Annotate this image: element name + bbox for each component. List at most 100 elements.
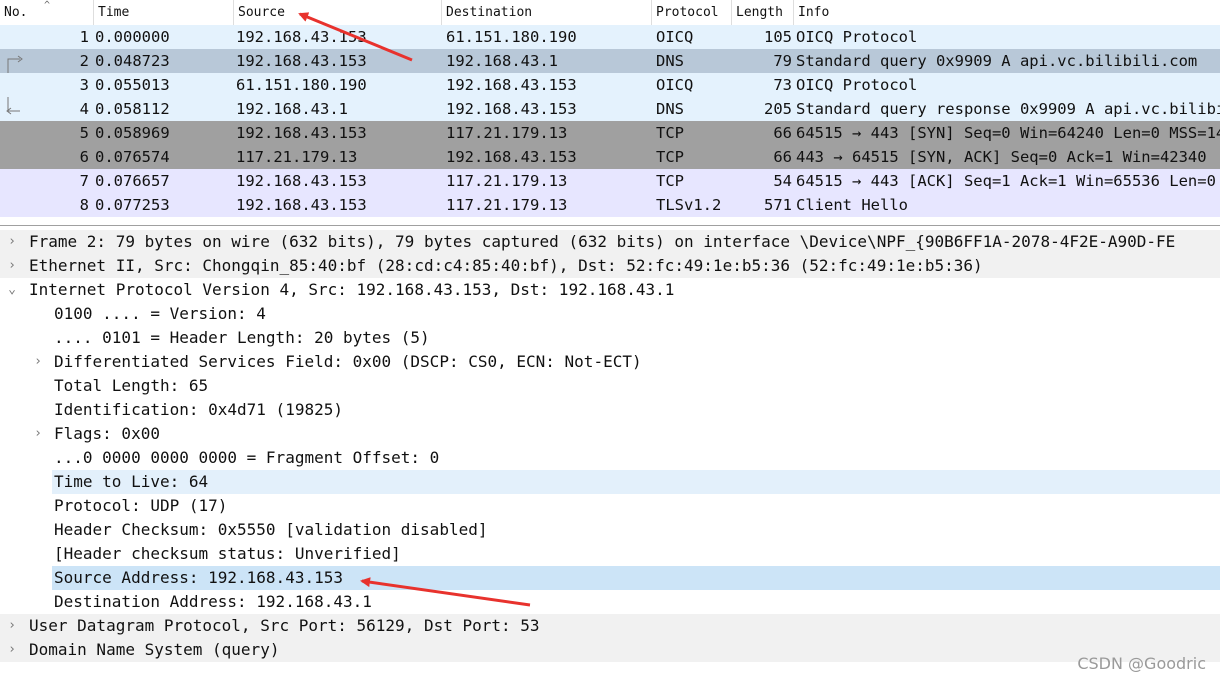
packet-row[interactable]: 5 0.058969 192.168.43.153 117.21.179.13 TCP 6… xyxy=(0,121,1220,145)
packet-length-cell: 54 xyxy=(773,172,792,190)
detail-text: Differentiated Services Field: 0x00 (DSC… xyxy=(54,352,642,371)
packet-length-cell: 73 xyxy=(773,76,792,94)
packet-destination-cell: 61.151.180.190 xyxy=(446,28,577,46)
col-time-label: Time xyxy=(98,5,130,20)
detail-row-ttl[interactable]: Time to Live: 64 xyxy=(0,470,1220,494)
packet-info-cell: 64515 → 443 [ACK] Seq=1 Ack=1 Win=65536 … xyxy=(796,172,1216,190)
packet-source-cell: 192.168.43.153 xyxy=(236,196,367,214)
detail-text: Ethernet II, Src: Chongqin_85:40:bf (28:… xyxy=(29,256,983,275)
col-destination-label: Destination xyxy=(446,5,533,20)
packet-length-cell: 66 xyxy=(773,148,792,166)
detail-text: Time to Live: 64 xyxy=(54,472,209,491)
col-info-label: Info xyxy=(798,5,830,20)
packet-source-cell: 61.151.180.190 xyxy=(236,76,367,94)
packet-protocol-cell: TCP xyxy=(656,124,684,142)
watermark: CSDN @Goodric xyxy=(1077,654,1206,673)
detail-row-ipv4[interactable]: ⌄ Internet Protocol Version 4, Src: 192.1… xyxy=(0,278,1220,302)
col-no-label: No. xyxy=(4,5,28,20)
col-length[interactable]: Length xyxy=(732,0,794,25)
detail-highlight xyxy=(52,470,1220,494)
detail-text: Total Length: 65 xyxy=(54,376,209,395)
detail-row-dns[interactable]: › Domain Name System (query) xyxy=(0,638,1220,662)
detail-row-protocol[interactable]: Protocol: UDP (17) xyxy=(0,494,1220,518)
detail-row-total-length[interactable]: Total Length: 65 xyxy=(0,374,1220,398)
column-header: No. ^ Time Source Destination Protocol L… xyxy=(0,0,1220,26)
packet-no-cell: 3 xyxy=(79,76,89,94)
packet-row[interactable]: 3 0.055013 61.151.180.190 192.168.43.153 OIC… xyxy=(0,73,1220,97)
expand-icon[interactable]: › xyxy=(30,350,46,374)
packet-row[interactable]: 4 0.058112 192.168.43.1 192.168.43.153 DNS 20… xyxy=(0,97,1220,121)
expand-icon[interactable]: › xyxy=(4,230,20,254)
expand-icon[interactable]: › xyxy=(30,422,46,446)
packet-info-cell: Client Hello xyxy=(796,196,908,214)
packet-protocol-cell: TCP xyxy=(656,148,684,166)
packet-no-cell: 5 xyxy=(79,124,89,142)
packet-details[interactable]: › Frame 2: 79 bytes on wire (632 bits), 7… xyxy=(0,230,1220,679)
packet-protocol-cell: DNS xyxy=(656,52,684,70)
detail-row-header-length[interactable]: .... 0101 = Header Length: 20 bytes (5) xyxy=(0,326,1220,350)
packet-time-cell: 0.048723 xyxy=(95,52,170,70)
detail-text: .... 0101 = Header Length: 20 bytes (5) xyxy=(54,328,430,347)
packet-length-cell: 66 xyxy=(773,124,792,142)
packet-row[interactable]: 6 0.076574 117.21.179.13 192.168.43.153 TCP 6… xyxy=(0,145,1220,169)
packet-length-cell: 105 xyxy=(764,28,792,46)
packet-info-cell: Standard query 0x9909 A api.vc.bilibili.… xyxy=(796,52,1198,70)
packet-protocol-cell: DNS xyxy=(656,100,684,118)
detail-row-source-address[interactable]: Source Address: 192.168.43.153 xyxy=(0,566,1220,590)
packet-row[interactable]: 1 0.000000 192.168.43.153 61.151.180.190 OIC… xyxy=(0,25,1220,49)
packet-info-cell: OICQ Protocol xyxy=(796,28,918,46)
expand-icon[interactable]: › xyxy=(4,254,20,278)
detail-row-ethernet[interactable]: › Ethernet II, Src: Chongqin_85:40:bf (28… xyxy=(0,254,1220,278)
expand-icon[interactable]: › xyxy=(4,614,20,638)
packet-time-cell: 0.058969 xyxy=(95,124,170,142)
detail-row-version[interactable]: 0100 .... = Version: 4 xyxy=(0,302,1220,326)
col-info[interactable]: Info xyxy=(794,0,1220,25)
detail-text: Frame 2: 79 bytes on wire (632 bits), 79… xyxy=(29,232,1176,251)
packet-protocol-cell: TCP xyxy=(656,172,684,190)
detail-text: Source Address: 192.168.43.153 xyxy=(54,568,343,587)
detail-text: Protocol: UDP (17) xyxy=(54,496,228,515)
detail-row-flags[interactable]: › Flags: 0x00 xyxy=(0,422,1220,446)
detail-row-frame[interactable]: › Frame 2: 79 bytes on wire (632 bits), 7… xyxy=(0,230,1220,254)
packet-destination-cell: 192.168.43.153 xyxy=(446,100,577,118)
packet-time-cell: 0.000000 xyxy=(95,28,170,46)
col-protocol[interactable]: Protocol xyxy=(652,0,732,25)
col-source[interactable]: Source xyxy=(234,0,442,25)
packet-info-cell: 64515 → 443 [SYN] Seq=0 Win=64240 Len=0 … xyxy=(796,124,1220,142)
packet-protocol-cell: OICQ xyxy=(656,28,694,46)
packet-source-cell: 192.168.43.153 xyxy=(236,124,367,142)
packet-length-cell: 79 xyxy=(773,52,792,70)
collapse-icon[interactable]: ⌄ xyxy=(4,278,20,302)
packet-row[interactable]: 7 0.076657 192.168.43.153 117.21.179.13 TCP 5… xyxy=(0,169,1220,193)
packet-destination-cell: 117.21.179.13 xyxy=(446,196,568,214)
packet-protocol-cell: TLSv1.2 xyxy=(656,196,722,214)
col-no[interactable]: No. ^ xyxy=(0,0,94,25)
packet-destination-cell: 192.168.43.153 xyxy=(446,76,577,94)
detail-row-identification[interactable]: Identification: 0x4d71 (19825) xyxy=(0,398,1220,422)
packet-info-cell: Standard query response 0x9909 A api.vc.… xyxy=(796,100,1220,118)
detail-text: Flags: 0x00 xyxy=(54,424,160,443)
sort-ascending-icon: ^ xyxy=(44,0,51,11)
packet-row[interactable]: 8 0.077253 192.168.43.153 117.21.179.13 TLSv… xyxy=(0,193,1220,217)
packet-no-cell: 1 xyxy=(79,28,89,46)
detail-row-destination-address[interactable]: Destination Address: 192.168.43.1 xyxy=(0,590,1220,614)
packet-list[interactable]: No. ^ Time Source Destination Protocol L… xyxy=(0,0,1220,226)
packet-destination-cell: 192.168.43.1 xyxy=(446,52,558,70)
packet-no-cell: 8 xyxy=(79,196,89,214)
packet-row[interactable]: 2 0.048723 192.168.43.153 192.168.43.1 DNS 79… xyxy=(0,49,1220,73)
detail-row-dscp[interactable]: › Differentiated Services Field: 0x00 (DS… xyxy=(0,350,1220,374)
detail-text: 0100 .... = Version: 4 xyxy=(54,304,266,323)
detail-row-header-checksum[interactable]: Header Checksum: 0x5550 [validation disa… xyxy=(0,518,1220,542)
detail-row-checksum-status[interactable]: [Header checksum status: Unverified] xyxy=(0,542,1220,566)
packet-length-cell: 205 xyxy=(764,100,792,118)
col-time[interactable]: Time xyxy=(94,0,234,25)
detail-row-udp[interactable]: › User Datagram Protocol, Src Port: 56129… xyxy=(0,614,1220,638)
expand-icon[interactable]: › xyxy=(4,638,20,662)
packet-rows: 1 0.000000 192.168.43.153 61.151.180.190 OIC… xyxy=(0,25,1220,217)
packet-destination-cell: 117.21.179.13 xyxy=(446,124,568,142)
related-request-icon xyxy=(7,55,23,73)
col-destination[interactable]: Destination xyxy=(442,0,652,25)
detail-text: Identification: 0x4d71 (19825) xyxy=(54,400,343,419)
detail-text: Domain Name System (query) xyxy=(29,640,280,659)
detail-row-fragment-offset[interactable]: ...0 0000 0000 0000 = Fragment Offset: 0 xyxy=(0,446,1220,470)
